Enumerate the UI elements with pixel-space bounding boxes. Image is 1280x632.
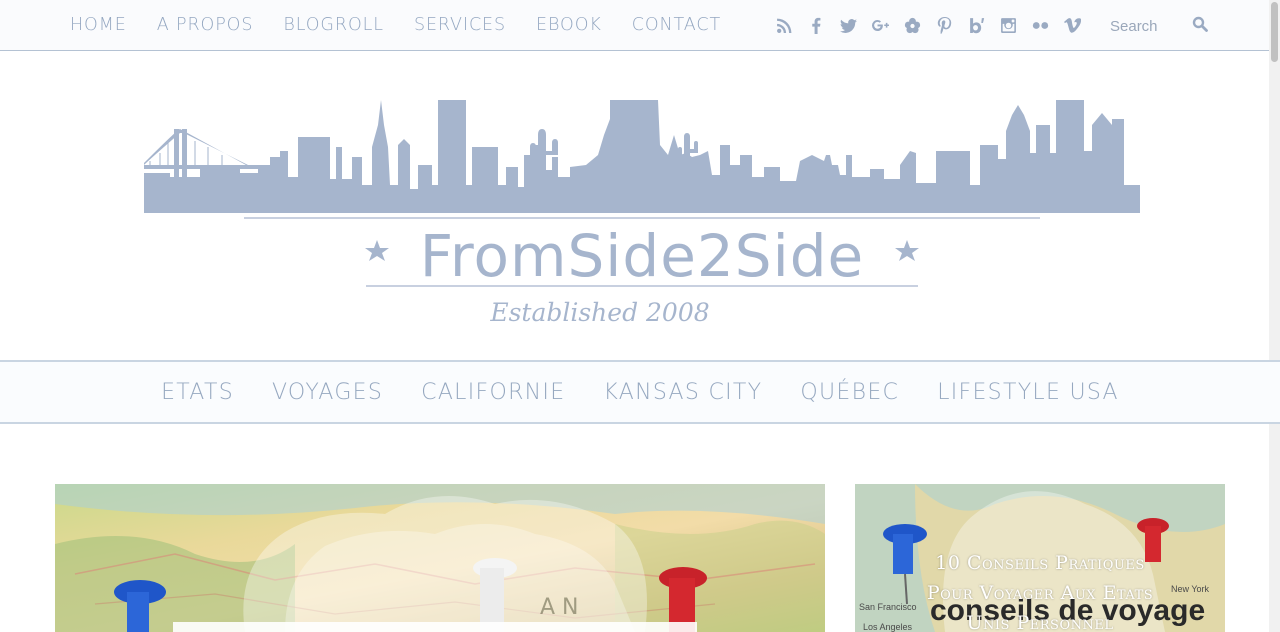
social-links xyxy=(768,14,1088,36)
search-box xyxy=(1110,14,1225,38)
search-input[interactable] xyxy=(1110,17,1190,35)
scrollbar-thumb[interactable] xyxy=(1271,2,1278,62)
title-line: Pour Voyager Aux Etats xyxy=(926,582,1154,604)
category-nav: ETATS VOYAGES CALIFORNIE KANSAS CITY QUÉ… xyxy=(0,362,1280,422)
logo-title: FromSide2Side xyxy=(420,222,864,290)
featured-post-image[interactable]: A N xyxy=(55,484,825,632)
topnav-blogroll-link[interactable]: BLOGROLL xyxy=(283,15,384,35)
sidebar-featured-title: 10 Conseils Pratiques Pour Voyager Aux E… xyxy=(855,548,1225,632)
facebook-icon[interactable] xyxy=(800,14,832,36)
title-line: 10 Conseils Pratiques xyxy=(935,552,1145,574)
map-pins-image: A N xyxy=(55,484,825,632)
topnav-services-link[interactable]: SERVICES xyxy=(414,15,506,35)
flower-icon[interactable] xyxy=(896,14,928,36)
vimeo-icon[interactable] xyxy=(1056,14,1088,36)
sidebar-featured-post[interactable]: San Francisco Los Angeles New York conse… xyxy=(855,484,1225,632)
instagram-icon[interactable] xyxy=(992,14,1024,36)
category-quebec-link[interactable]: QUÉBEC xyxy=(800,380,899,405)
flickr-icon[interactable] xyxy=(1024,14,1056,36)
site-logo[interactable]: FromSide2Side Established 2008 xyxy=(140,95,1144,335)
svg-text:A N: A N xyxy=(540,595,579,620)
twitter-icon[interactable] xyxy=(832,14,864,36)
category-etats-link[interactable]: ETATS xyxy=(161,380,234,405)
rss-icon[interactable] xyxy=(768,14,800,36)
top-bar: HOME A PROPOS BLOGROLL SERVICES EBOOK CO… xyxy=(0,0,1280,51)
topnav-ebook-link[interactable]: EBOOK xyxy=(536,15,602,35)
search-icon[interactable] xyxy=(1192,16,1212,36)
bloglovin-icon[interactable] xyxy=(960,14,992,36)
google-plus-icon[interactable] xyxy=(864,14,896,36)
topnav-contact-link[interactable]: CONTACT xyxy=(632,15,721,35)
top-nav: HOME A PROPOS BLOGROLL SERVICES EBOOK CO… xyxy=(55,0,736,50)
logo-tagline: Established 2008 xyxy=(489,298,709,327)
title-line: Unis Personnel xyxy=(966,612,1114,632)
category-californie-link[interactable]: CALIFORNIE xyxy=(421,380,565,405)
topnav-home-link[interactable]: HOME xyxy=(70,15,127,35)
page-scrollbar[interactable] xyxy=(1269,0,1280,632)
topnav-a-propos-link[interactable]: A PROPOS xyxy=(157,15,254,35)
pinterest-icon[interactable] xyxy=(928,14,960,36)
category-voyages-link[interactable]: VOYAGES xyxy=(272,380,383,405)
skyline-logo-graphic: FromSide2Side Established 2008 xyxy=(144,100,1140,327)
category-lifestyle-usa-link[interactable]: LIFESTYLE USA xyxy=(937,380,1119,405)
category-kansas-city-link[interactable]: KANSAS CITY xyxy=(603,380,762,405)
category-bar: ETATS VOYAGES CALIFORNIE KANSAS CITY QUÉ… xyxy=(0,360,1280,424)
